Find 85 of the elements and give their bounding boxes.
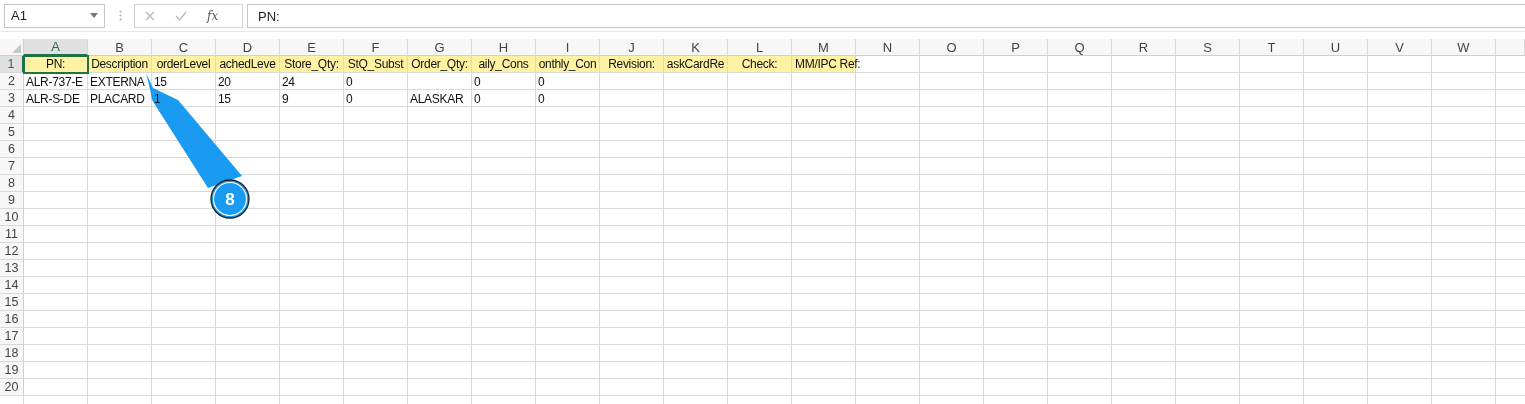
row-header[interactable]: 17	[0, 328, 24, 345]
row-header[interactable]: 12	[0, 243, 24, 260]
column-header[interactable]: C	[152, 39, 216, 56]
row-header[interactable]: 9	[0, 192, 24, 209]
cell-text: achedLeve	[219, 57, 276, 71]
table-cell-text: 0	[345, 73, 354, 90]
row-header[interactable]: 15	[0, 294, 24, 311]
corner-triangle-icon[interactable]	[12, 44, 21, 53]
cell-text: Order_Qty:	[411, 57, 468, 71]
table-cell-text: EXTERNA	[89, 73, 146, 90]
table-cell-text: 0	[473, 90, 482, 107]
cell-text: aily_Cons	[478, 57, 529, 71]
table-cell-text: ALR-737-E	[25, 73, 84, 90]
column-header[interactable]: P	[984, 39, 1048, 56]
cell-text: MM/IPC Ref:	[795, 57, 861, 71]
cell-text: Check:	[741, 57, 778, 71]
insert-function-button[interactable]: fx	[207, 8, 219, 23]
column-header[interactable]: Q	[1048, 39, 1112, 56]
table-cell-text: 9	[281, 90, 290, 107]
cell-text: orderLevel	[156, 57, 211, 71]
row-header[interactable]: 3	[0, 90, 24, 107]
column-header[interactable]: E	[280, 39, 344, 56]
column-header[interactable]	[1496, 39, 1525, 56]
column-header[interactable]: G	[408, 39, 472, 56]
cell-text: Description	[91, 57, 148, 71]
cell-text: Store_Qty:	[284, 57, 339, 71]
column-header[interactable]: T	[1240, 39, 1304, 56]
row-header[interactable]: 20	[0, 379, 24, 396]
cancel-icon[interactable]	[145, 10, 155, 21]
column-header[interactable]: S	[1176, 39, 1240, 56]
row-header[interactable]: 2	[0, 73, 24, 90]
row-header[interactable]: 19	[0, 362, 24, 379]
check-icon[interactable]	[175, 10, 187, 21]
select-all-button[interactable]	[0, 39, 24, 56]
dropdown-caret-icon[interactable]	[90, 13, 98, 18]
callout-badge	[210, 179, 250, 219]
row-header[interactable]: 8	[0, 175, 24, 192]
column-header[interactable]: K	[664, 39, 728, 56]
row-header[interactable]: 10	[0, 209, 24, 226]
cell-text: onthly_Con	[538, 57, 597, 71]
column-header[interactable]: M	[792, 39, 856, 56]
cell-text: PN:	[45, 57, 66, 71]
table-cell-text: 24	[281, 73, 296, 90]
row-header[interactable]: 18	[0, 345, 24, 362]
row-header[interactable]: 13	[0, 260, 24, 277]
table-cell-text: PLACARD	[89, 90, 146, 107]
row-header[interactable]: 4	[0, 107, 24, 124]
table-cell-text: 0	[473, 73, 482, 90]
table-cell[interactable]: PN:	[24, 56, 88, 73]
column-header[interactable]: V	[1368, 39, 1432, 56]
column-header[interactable]: I	[536, 39, 600, 56]
row-header[interactable]: 5	[0, 124, 24, 141]
column-header[interactable]: N	[856, 39, 920, 56]
cell-text: StQ_Subst	[347, 57, 404, 71]
table-cell-text: ALR-S-DE	[25, 90, 81, 107]
table-cell-text: 0	[537, 73, 546, 90]
column-header[interactable]: O	[920, 39, 984, 56]
column-header[interactable]: J	[600, 39, 664, 56]
row-header[interactable]: 6	[0, 141, 24, 158]
column-header[interactable]: U	[1304, 39, 1368, 56]
grip-icon	[119, 10, 122, 21]
table-cell-text: 0	[537, 90, 546, 107]
column-header[interactable]: W	[1432, 39, 1496, 56]
row-header[interactable]: 14	[0, 277, 24, 294]
table-cell-text: 15	[153, 73, 168, 90]
table-cell-text: 0	[345, 90, 354, 107]
column-header[interactable]: B	[88, 39, 152, 56]
name-box[interactable]: A1	[4, 3, 105, 28]
table-cell-text: ALASKAR	[409, 90, 465, 107]
table-cell-text: 15	[217, 90, 232, 107]
cell-text: Revision:	[608, 57, 655, 71]
column-header[interactable]: L	[728, 39, 792, 56]
callout-number: 8	[225, 190, 235, 209]
column-header[interactable]: H	[472, 39, 536, 56]
table-cell-text: 20	[217, 73, 232, 90]
cell-text: askCardRe	[666, 57, 725, 71]
table-cell-text: 1	[153, 90, 162, 107]
column-header[interactable]: R	[1112, 39, 1176, 56]
row-header[interactable]: 7	[0, 158, 24, 175]
row-header[interactable]: 16	[0, 311, 24, 328]
row-header[interactable]: 11	[0, 226, 24, 243]
row-header[interactable]: 1	[0, 56, 24, 73]
column-header[interactable]: F	[344, 39, 408, 56]
formula-field[interactable]: PN:	[247, 3, 1525, 28]
column-header[interactable]: D	[216, 39, 280, 56]
